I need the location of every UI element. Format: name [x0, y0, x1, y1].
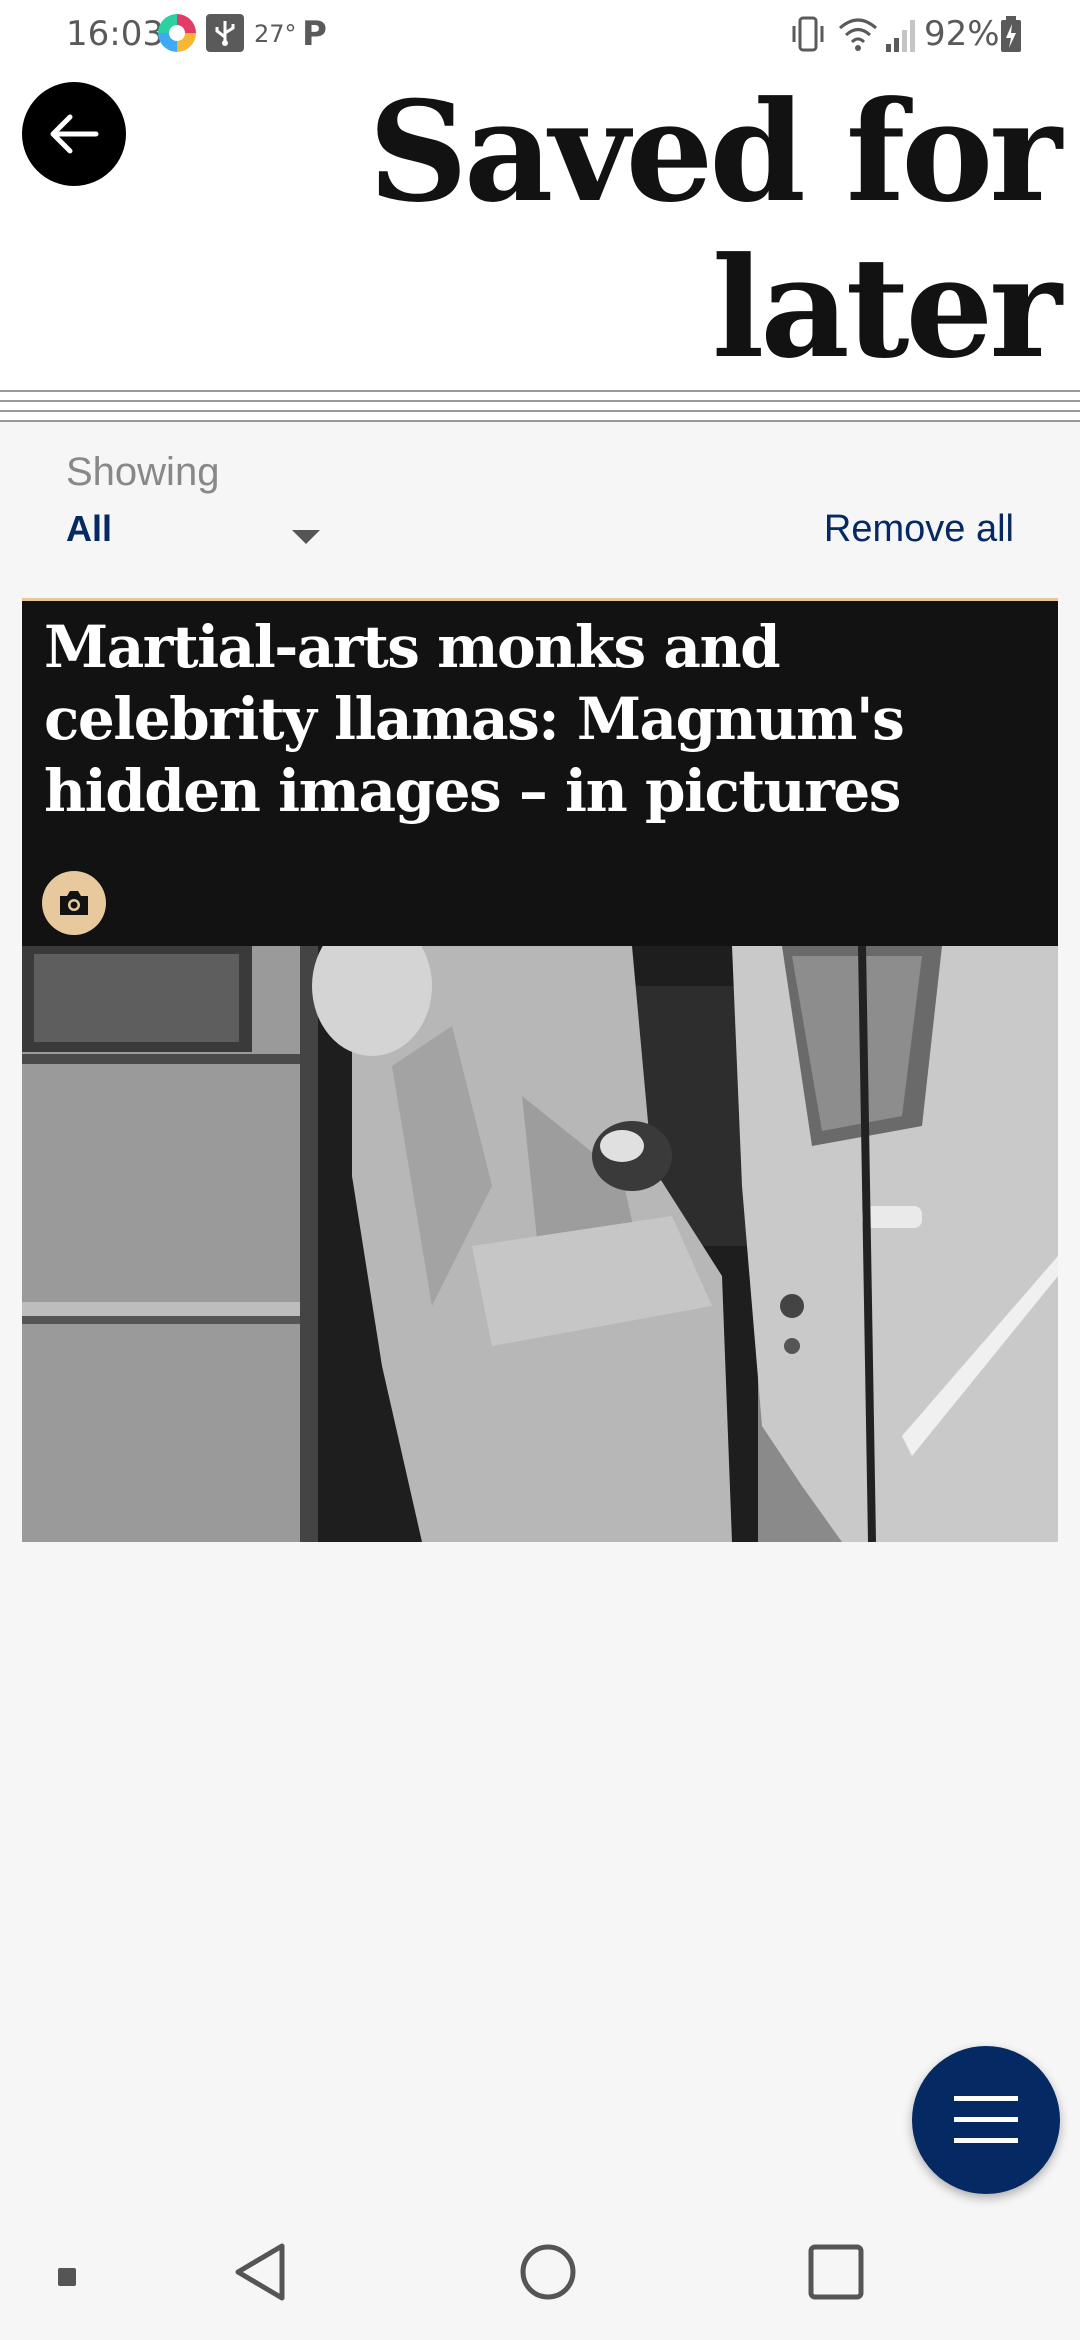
system-nav-bar: [0, 2212, 1080, 2340]
filter-selected-value: All: [66, 508, 113, 549]
status-time: 16:03: [66, 14, 164, 54]
status-bar: 16:03 27° P 92%: [0, 0, 1080, 70]
arrow-left-icon: [50, 114, 99, 154]
hamburger-menu-icon: [954, 2096, 1018, 2143]
chevron-down-icon: [292, 530, 320, 544]
wifi-icon: [839, 18, 877, 51]
remove-all-button[interactable]: Remove all: [824, 508, 1014, 551]
browser-app-icon: [158, 14, 196, 52]
back-triangle-icon[interactable]: [232, 2242, 288, 2302]
header-divider: [0, 390, 1080, 422]
nav-small-square-icon[interactable]: [58, 2268, 76, 2286]
showing-label: Showing: [66, 450, 220, 494]
header: Saved for later: [0, 70, 1080, 390]
camera-icon: [42, 871, 106, 935]
article-headline: Martial-arts monks and celebrity llamas:…: [44, 613, 905, 825]
signal-icon: [886, 20, 915, 52]
back-button[interactable]: [22, 82, 126, 186]
vibrate-icon: [792, 16, 824, 52]
recents-square-icon[interactable]: [806, 2242, 866, 2302]
temperature-text: 27°: [254, 20, 297, 48]
menu-button[interactable]: [912, 2046, 1060, 2194]
saved-article-card[interactable]: Martial-arts monks and celebrity llamas:…: [22, 598, 1058, 1542]
home-circle-icon[interactable]: [518, 2242, 578, 2302]
battery-percent: 92%: [924, 14, 1000, 54]
article-photo: [22, 946, 1058, 1542]
page-title: Saved for later: [368, 70, 1062, 389]
usb-icon: [206, 14, 244, 52]
filter-dropdown[interactable]: All: [66, 502, 326, 558]
parking-app-icon: P: [302, 14, 327, 54]
battery-charging-icon: [1001, 16, 1021, 52]
